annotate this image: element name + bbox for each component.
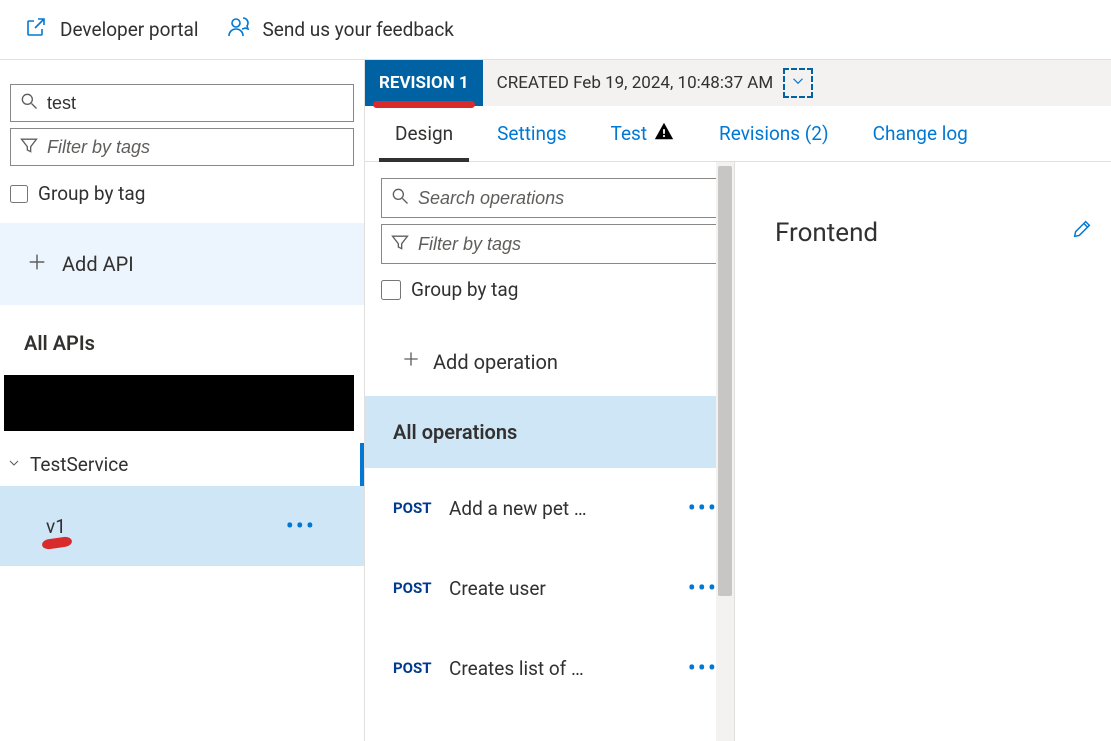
chevron-down-icon (6, 453, 22, 476)
all-operations-header[interactable]: All operations (365, 396, 734, 468)
api-group-by-tag-label: Group by tag (38, 182, 145, 205)
revision-created-time: Feb 19, 2024, 10:48:37 AM (573, 73, 773, 93)
api-version-menu-button[interactable]: ••• (286, 512, 364, 540)
feedback-label: Send us your feedback (263, 18, 454, 41)
api-item-redacted[interactable] (4, 375, 354, 431)
api-version-label: v1 (46, 515, 66, 538)
add-api-label: Add API (62, 252, 134, 276)
tab-changelog[interactable]: Change log (851, 106, 990, 161)
api-search-input[interactable] (47, 93, 345, 114)
filter-icon (390, 232, 410, 256)
tab-revisions[interactable]: Revisions (2) (697, 106, 851, 161)
op-menu-button[interactable]: ••• (678, 654, 718, 682)
tab-test-label: Test (611, 122, 648, 145)
external-link-icon (24, 15, 48, 44)
plus-icon (401, 349, 421, 374)
op-method: POST (393, 579, 449, 597)
ops-tag-filter-box[interactable] (381, 224, 718, 264)
main-panel: REVISION 1 CREATED Feb 19, 2024, 10:48:3… (364, 60, 1111, 741)
tab-design-label: Design (395, 122, 453, 145)
api-group-by-tag-checkbox[interactable] (10, 185, 28, 203)
tab-settings[interactable]: Settings (475, 106, 588, 161)
topbar: Developer portal Send us your feedback (0, 0, 1111, 60)
tab-test[interactable]: Test (589, 106, 698, 161)
operation-row[interactable]: POST Add a new pet … ••• (365, 468, 734, 548)
operations-panel: Group by tag Add operation All operation… (365, 162, 735, 741)
frontend-title: Frontend (775, 218, 878, 248)
op-method: POST (393, 499, 449, 517)
tab-revisions-label: Revisions (2) (719, 122, 829, 145)
edit-frontend-button[interactable] (1071, 218, 1093, 244)
revision-created-prefix: CREATED (497, 73, 569, 93)
frontend-panel: Frontend (735, 162, 1111, 741)
tab-settings-label: Settings (497, 122, 566, 145)
revision-created-text: CREATED Feb 19, 2024, 10:48:37 AM (483, 73, 774, 93)
ops-group-by-tag-label: Group by tag (411, 278, 518, 301)
revision-badge[interactable]: REVISION 1 (365, 60, 483, 106)
chevron-down-icon (789, 72, 807, 94)
ops-scrollbar[interactable] (716, 162, 734, 741)
design-content: Group by tag Add operation All operation… (365, 162, 1111, 741)
revision-bar: REVISION 1 CREATED Feb 19, 2024, 10:48:3… (365, 60, 1111, 106)
op-menu-button[interactable]: ••• (678, 574, 718, 602)
filter-icon (19, 135, 39, 159)
revision-dropdown[interactable] (783, 68, 813, 98)
api-tag-filter-input[interactable] (47, 137, 345, 158)
api-group-by-tag[interactable]: Group by tag (0, 172, 364, 223)
developer-portal-label: Developer portal (60, 18, 199, 41)
annotation-red-mark (41, 536, 72, 550)
api-version-v1[interactable]: v1 ••• (0, 486, 364, 566)
api-search-box[interactable] (10, 84, 354, 122)
tab-changelog-label: Change log (873, 122, 968, 145)
ops-group-by-tag-checkbox[interactable] (381, 280, 401, 300)
feedback-icon (227, 15, 251, 44)
op-name: Create user (449, 577, 678, 600)
developer-portal-link[interactable]: Developer portal (24, 15, 199, 44)
search-icon (390, 186, 410, 210)
add-operation-button[interactable]: Add operation (381, 327, 718, 396)
api-group-testservice[interactable]: TestService (0, 443, 364, 486)
op-menu-button[interactable]: ••• (678, 494, 718, 522)
feedback-link[interactable]: Send us your feedback (227, 15, 454, 44)
tabs: Design Settings Test Revisions (2) Chang… (365, 106, 1111, 162)
op-method: POST (393, 659, 449, 677)
api-sidebar: Group by tag Add API All APIs TestServic… (0, 60, 364, 741)
warning-icon (653, 120, 675, 147)
op-name: Creates list of … (449, 657, 678, 680)
pencil-icon (1071, 228, 1093, 244)
all-apis-header[interactable]: All APIs (0, 305, 364, 375)
ops-group-by-tag[interactable]: Group by tag (381, 270, 718, 317)
op-name: Add a new pet … (449, 497, 678, 520)
ops-search-box[interactable] (381, 178, 718, 218)
ops-tag-filter-input[interactable] (418, 234, 709, 255)
plus-icon (26, 251, 48, 278)
api-tag-filter-box[interactable] (10, 128, 354, 166)
add-operation-label: Add operation (433, 350, 558, 374)
add-api-button[interactable]: Add API (0, 223, 364, 305)
operation-row[interactable]: POST Creates list of … ••• (365, 628, 734, 708)
ops-scroll-thumb[interactable] (718, 166, 732, 596)
search-icon (19, 91, 39, 115)
ops-search-input[interactable] (418, 188, 709, 209)
operation-row[interactable]: POST Create user ••• (365, 548, 734, 628)
api-group-label: TestService (30, 453, 128, 476)
tab-design[interactable]: Design (373, 106, 475, 161)
revision-badge-label: REVISION 1 (379, 73, 469, 93)
